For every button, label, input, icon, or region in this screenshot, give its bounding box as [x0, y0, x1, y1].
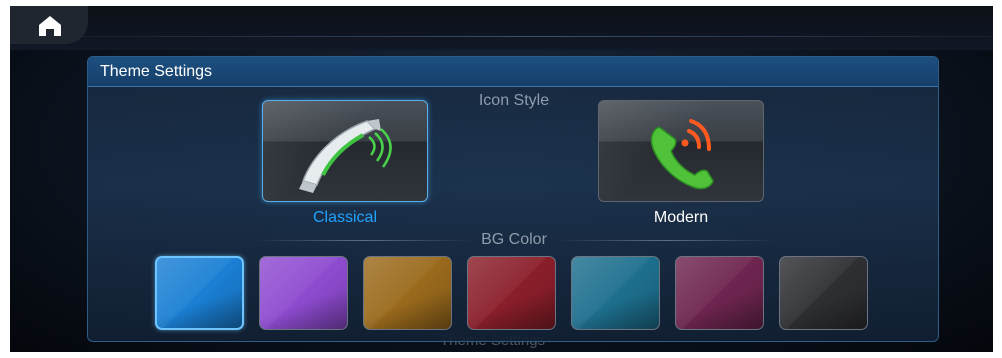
home-icon	[37, 14, 63, 43]
swatch-gloss	[364, 257, 451, 329]
screen: Theme Settings Theme Settings Icon Style	[10, 6, 993, 352]
swatch-gloss	[780, 257, 867, 329]
top-bar	[10, 6, 993, 50]
icon-style-modern-label[interactable]: Modern	[598, 209, 764, 227]
icon-style-modern-card[interactable]	[598, 100, 764, 202]
bg-color-swatch[interactable]	[363, 256, 452, 330]
home-tab	[10, 6, 88, 44]
bg-color-swatch[interactable]	[675, 256, 764, 330]
panel-title: Theme Settings	[100, 63, 213, 80]
theme-settings-panel: Theme Settings Icon Style Classical Mode…	[87, 56, 939, 342]
bg-color-swatch[interactable]	[779, 256, 868, 330]
swatch-gloss	[157, 258, 242, 328]
swatch-gloss	[260, 257, 347, 329]
home-button[interactable]	[32, 12, 68, 44]
bg-color-right-divider	[556, 240, 776, 241]
bg-color-swatch[interactable]	[155, 256, 244, 330]
swatch-gloss	[468, 257, 555, 329]
icon-style-classical-label[interactable]: Classical	[262, 209, 428, 227]
icon-style-classical-card[interactable]	[262, 100, 428, 202]
bg-color-swatch[interactable]	[571, 256, 660, 330]
bg-color-swatch[interactable]	[467, 256, 556, 330]
bg-color-left-divider	[253, 240, 473, 241]
swatch-gloss	[572, 257, 659, 329]
bg-color-swatch[interactable]	[259, 256, 348, 330]
icon-style-label: Icon Style	[478, 92, 550, 109]
swatch-gloss	[676, 257, 763, 329]
top-bar-edge	[80, 36, 993, 37]
bg-color-label: BG Color	[481, 231, 547, 248]
panel-header: Theme Settings	[88, 57, 938, 87]
